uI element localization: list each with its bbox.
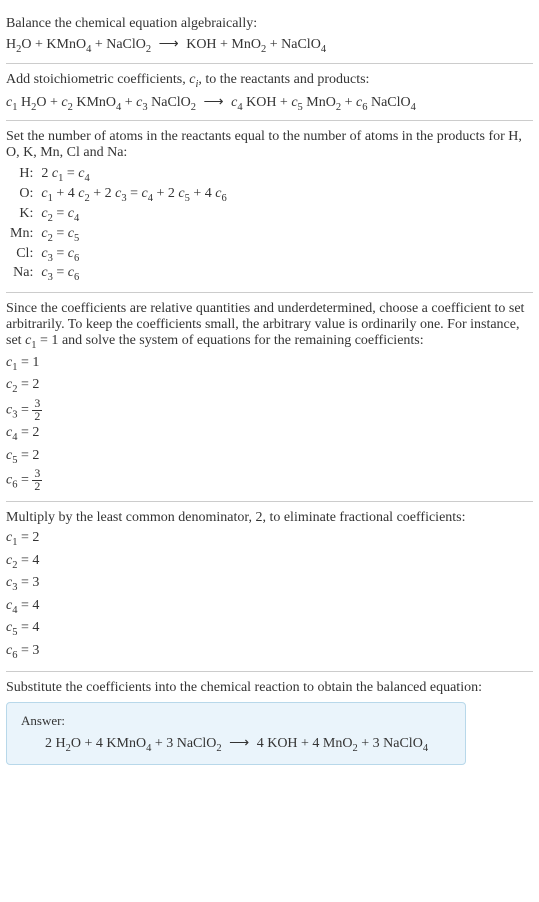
element-equation: c3 = c6 — [37, 264, 230, 284]
section-solve-coefficients: Since the coefficients are relative quan… — [6, 293, 533, 501]
intro-text: Balance the chemical equation algebraica… — [6, 16, 533, 32]
table-row: Na:c3 = c6 — [6, 264, 231, 284]
fraction: 32 — [32, 468, 42, 493]
element-equation: c2 = c5 — [37, 225, 230, 245]
coeff-row: c6 = 32 — [6, 468, 533, 493]
balanced-equation: 2 H2O + 4 KMnO4 + 3 NaClO2 ⟶ 4 KOH + 4 M… — [21, 735, 451, 754]
element-label: H: — [6, 165, 37, 185]
intro-text: Add stoichiometric coefficients, ci, to … — [6, 72, 533, 90]
coeff-value: 3 — [32, 643, 39, 658]
coefficient-list: c1 = 1 c2 = 2 c3 = 32 c4 = 2 c5 = 2 c6 =… — [6, 353, 533, 493]
unbalanced-equation: H2O + KMnO4 + NaClO2 ⟶ KOH + MnO2 + NaCl… — [6, 36, 533, 55]
section-add-coefficients: Add stoichiometric coefficients, ci, to … — [6, 64, 533, 121]
coeff-value: 2 — [32, 448, 39, 463]
table-row: Mn:c2 = c5 — [6, 225, 231, 245]
frac-denominator: 2 — [32, 481, 42, 493]
coeff-row: c1 = 1 — [6, 353, 533, 375]
coeff-value: 2 — [32, 425, 39, 440]
table-row: O:c1 + 4 c2 + 2 c3 = c4 + 2 c5 + 4 c6 — [6, 185, 231, 205]
coeff-value: 3 — [32, 575, 39, 590]
coeff-value: 4 — [32, 598, 39, 613]
coeff-row: c6 = 3 — [6, 641, 533, 663]
coeff-row: c2 = 4 — [6, 551, 533, 573]
coeff-value: 1 — [32, 355, 39, 370]
coefficient-equation: c1 H2O + c2 KMnO4 + c3 NaClO2 ⟶ c4 KOH +… — [6, 94, 533, 113]
element-equations-table: H:2 c1 = c4 O:c1 + 4 c2 + 2 c3 = c4 + 2 … — [6, 165, 231, 284]
element-label: K: — [6, 205, 37, 225]
intro-text: Set the number of atoms in the reactants… — [6, 129, 533, 161]
section-atom-equations: Set the number of atoms in the reactants… — [6, 121, 533, 292]
coeff-row: c3 = 32 — [6, 398, 533, 423]
section-multiply-lcd: Multiply by the least common denominator… — [6, 502, 533, 671]
intro-text: Since the coefficients are relative quan… — [6, 301, 533, 351]
coeff-row: c2 = 2 — [6, 375, 533, 397]
coeff-row: c1 = 2 — [6, 528, 533, 550]
intro-text: Substitute the coefficients into the che… — [6, 680, 533, 696]
table-row: Cl:c3 = c6 — [6, 245, 231, 265]
coeff-row: c4 = 4 — [6, 596, 533, 618]
element-equation: c2 = c4 — [37, 205, 230, 225]
coeff-row: c3 = 3 — [6, 573, 533, 595]
element-label: O: — [6, 185, 37, 205]
element-equation: c3 = c6 — [37, 245, 230, 265]
text-part: Add stoichiometric coefficients, — [6, 72, 189, 87]
coeff-value: 2 — [32, 377, 39, 392]
fraction: 32 — [32, 398, 42, 423]
answer-label: Answer: — [21, 713, 451, 729]
table-row: H:2 c1 = c4 — [6, 165, 231, 185]
intro-text: Multiply by the least common denominator… — [6, 510, 533, 526]
element-equation: 2 c1 = c4 — [37, 165, 230, 185]
element-label: Na: — [6, 264, 37, 284]
element-label: Cl: — [6, 245, 37, 265]
coeff-row: c4 = 2 — [6, 423, 533, 445]
frac-denominator: 2 — [32, 411, 42, 423]
coeff-value: 4 — [32, 553, 39, 568]
table-row: K:c2 = c4 — [6, 205, 231, 225]
coeff-value: 4 — [32, 620, 39, 635]
answer-box: Answer: 2 H2O + 4 KMnO4 + 3 NaClO2 ⟶ 4 K… — [6, 702, 466, 765]
element-label: Mn: — [6, 225, 37, 245]
text-part: and solve the system of equations for th… — [58, 333, 423, 348]
coeff-row: c5 = 4 — [6, 618, 533, 640]
section-substitute-answer: Substitute the coefficients into the che… — [6, 672, 533, 773]
coeff-value: 2 — [32, 530, 39, 545]
section-balance-intro: Balance the chemical equation algebraica… — [6, 8, 533, 63]
element-equation: c1 + 4 c2 + 2 c3 = c4 + 2 c5 + 4 c6 — [37, 185, 230, 205]
coeff-row: c5 = 2 — [6, 446, 533, 468]
coefficient-list: c1 = 2 c2 = 4 c3 = 3 c4 = 4 c5 = 4 c6 = … — [6, 528, 533, 663]
text-part: , to the reactants and products: — [198, 72, 369, 87]
